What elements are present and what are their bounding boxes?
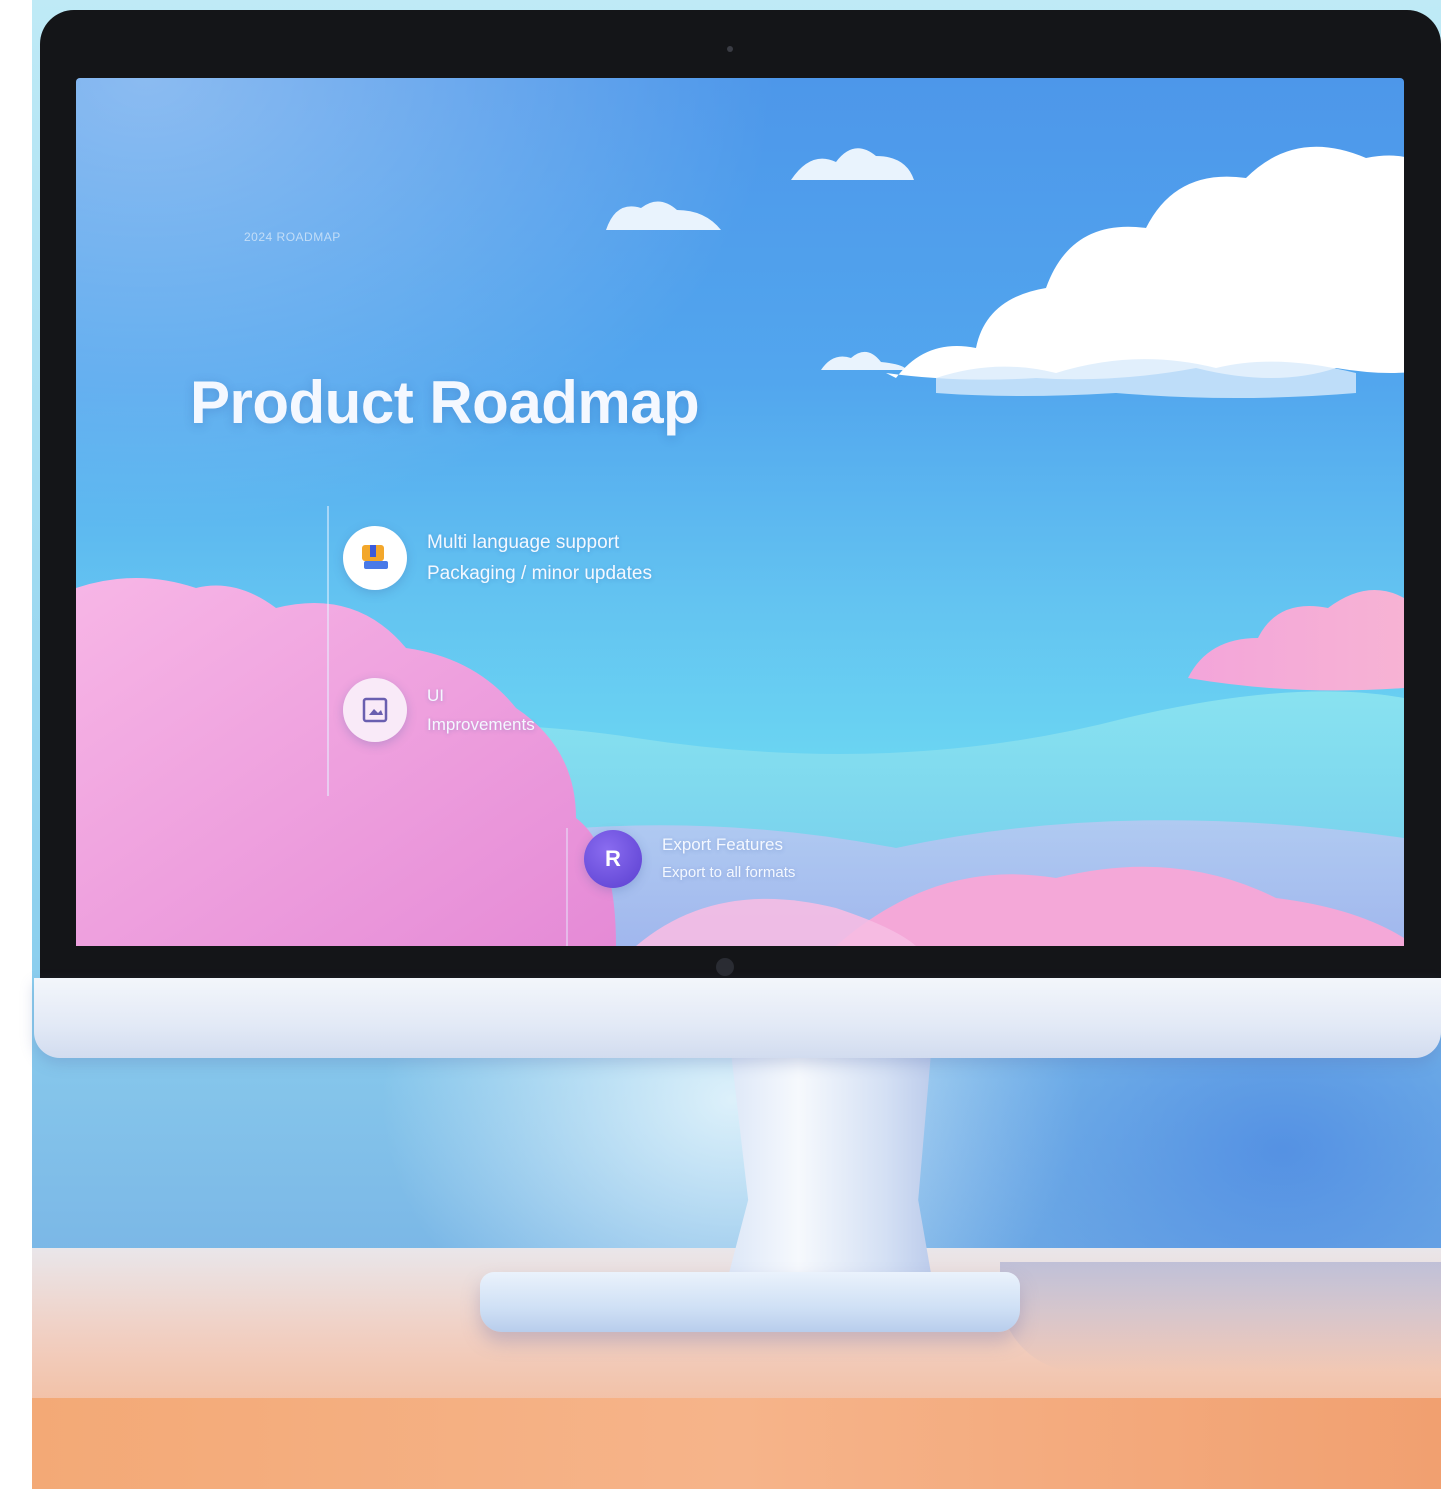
milestone-item-1[interactable]: Multi language support Packaging / minor…: [343, 526, 652, 590]
screen-background: [76, 78, 1404, 946]
milestone-2-title: UI: [427, 686, 444, 705]
monitor-stand-base: [480, 1272, 1020, 1332]
slide-small-label: 2024 ROADMAP: [244, 230, 341, 244]
photo-scene: 2024 ROADMAP Product Roadmap Multi langu…: [0, 0, 1441, 1489]
camera-icon: [727, 46, 733, 52]
r-letter-icon: R: [584, 830, 642, 888]
milestone-item-2[interactable]: UI Improvements: [343, 678, 535, 742]
milestone-2-subtitle: Improvements: [427, 715, 535, 734]
milestone-3-title: Export Features: [662, 835, 783, 854]
desk-edge: [32, 1398, 1441, 1489]
milestone-item-3[interactable]: R Export Features Export to all formats: [584, 830, 795, 888]
desk-shadow: [1000, 1262, 1441, 1372]
pink-cloud-left: [76, 578, 616, 946]
pink-cloud-right: [1188, 590, 1404, 691]
milestone-1-subtitle: Packaging / minor updates: [427, 563, 652, 584]
milestone-1-title: Multi language support: [427, 532, 620, 553]
r-letter: R: [605, 846, 621, 871]
timeline-line: [327, 506, 329, 796]
image-icon: [343, 678, 407, 742]
brand-logo-icon: [716, 958, 734, 976]
timeline-line-lower: [566, 828, 568, 946]
slide-title: Product Roadmap: [190, 369, 700, 436]
package-icon: [343, 526, 407, 590]
large-cloud: [886, 146, 1404, 398]
monitor-stand-neck: [722, 1050, 936, 1300]
light-glow: [76, 78, 776, 578]
monitor-screen: 2024 ROADMAP Product Roadmap Multi langu…: [76, 78, 1404, 946]
monitor-chin: [34, 978, 1441, 1058]
milestone-3-subtitle: Export to all formats: [662, 864, 796, 881]
